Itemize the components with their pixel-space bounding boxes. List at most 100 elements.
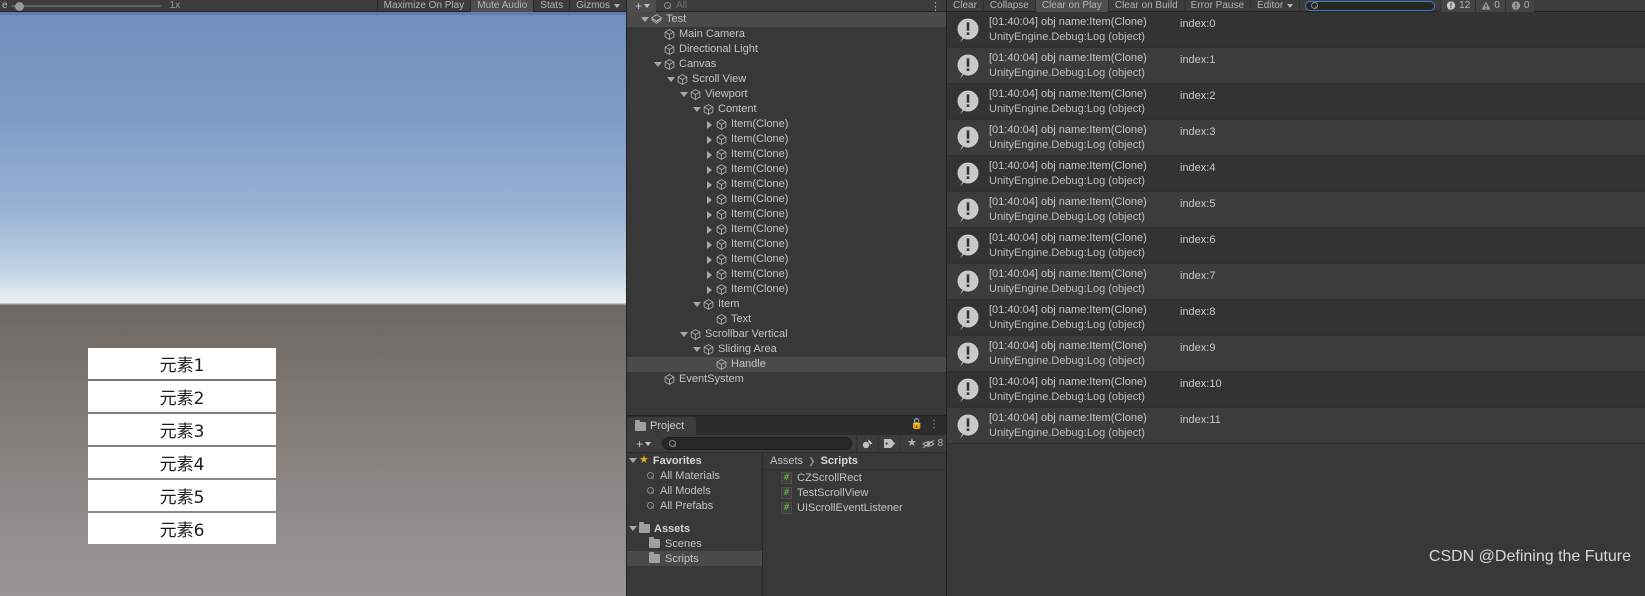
project-search-input[interactable] <box>662 437 853 450</box>
create-gameobject-button[interactable]: + <box>627 0 657 12</box>
foldout-collapsed-icon[interactable] <box>704 282 715 297</box>
project-tree-group[interactable]: ★ Favorites <box>627 453 762 468</box>
foldout-expanded-icon[interactable] <box>652 57 663 72</box>
clear-button[interactable]: Clear <box>947 0 984 12</box>
create-asset-button[interactable]: + <box>629 438 658 450</box>
console-log-row[interactable]: [01:40:04] obj name:Item(Clone) UnityEngi… <box>947 156 1645 192</box>
lock-icon[interactable]: 🔓 <box>911 419 923 430</box>
project-folder-item[interactable]: Scenes <box>627 536 762 551</box>
hidden-packages-badge[interactable]: 8 <box>922 438 945 449</box>
foldout-expanded-icon[interactable] <box>678 87 689 102</box>
clear-on-play-button[interactable]: Clear on Play <box>1035 0 1109 12</box>
foldout-expanded-icon[interactable] <box>627 526 639 531</box>
foldout-collapsed-icon[interactable] <box>704 267 715 282</box>
warning-count-toggle[interactable]: 0 <box>1475 0 1505 12</box>
foldout-collapsed-icon[interactable] <box>704 207 715 222</box>
console-log-row[interactable]: [01:40:04] obj name:Item(Clone) UnityEngi… <box>947 192 1645 228</box>
hierarchy-item[interactable]: Item(Clone) <box>627 252 947 267</box>
maximize-on-play-button[interactable]: Maximize On Play <box>376 0 471 12</box>
asset-list-item[interactable]: # TestScrollView <box>763 485 947 500</box>
tab-project[interactable]: Project <box>627 417 697 435</box>
console-log-row[interactable]: [01:40:04] obj name:Item(Clone) UnityEngi… <box>947 120 1645 156</box>
game-scale-control[interactable]: e 1x <box>0 0 180 11</box>
error-count-toggle[interactable]: 0 <box>1504 0 1535 12</box>
log-count-toggle[interactable]: 12 <box>1440 0 1476 12</box>
hierarchy-item[interactable]: Item(Clone) <box>627 222 947 237</box>
hierarchy-item[interactable]: Item(Clone) <box>627 147 947 162</box>
hierarchy-search-input[interactable]: All <box>659 0 947 11</box>
foldout-expanded-icon[interactable] <box>678 327 689 342</box>
hierarchy-item[interactable]: Sliding Area <box>627 342 947 357</box>
hierarchy-item[interactable]: Item(Clone) <box>627 117 947 132</box>
hierarchy-item[interactable]: Handle <box>627 357 947 372</box>
hierarchy-menu-icon[interactable]: ⋮ <box>930 2 941 13</box>
hierarchy-item[interactable]: Item <box>627 297 947 312</box>
hierarchy-item[interactable]: Item(Clone) <box>627 177 947 192</box>
hierarchy-item[interactable]: Test <box>627 12 947 27</box>
console-log-row[interactable]: [01:40:04] obj name:Item(Clone) UnityEngi… <box>947 228 1645 264</box>
asset-file-list[interactable]: # CZScrollRect # TestScrollView # UIScrollEve… <box>763 470 947 515</box>
console-log-list[interactable]: [01:40:04] obj name:Item(Clone) UnityEngi… <box>947 12 1645 596</box>
project-saved-search-item[interactable]: All Prefabs <box>627 498 762 513</box>
console-search-input[interactable] <box>1305 0 1436 11</box>
asset-list-item[interactable]: # CZScrollRect <box>763 470 947 485</box>
hierarchy-item[interactable]: Item(Clone) <box>627 132 947 147</box>
hierarchy-item[interactable]: Scroll View <box>627 72 947 87</box>
favorites-star-icon[interactable]: ★ <box>900 435 922 452</box>
project-asset-grid[interactable]: Assets ❯ Scripts # CZScrollRect # TestScrol… <box>763 453 947 596</box>
hierarchy-item[interactable]: Item(Clone) <box>627 192 947 207</box>
hierarchy-item[interactable]: EventSystem <box>627 372 947 387</box>
console-log-row[interactable]: [01:40:04] obj name:Item(Clone) UnityEngi… <box>947 300 1645 336</box>
asset-list-item[interactable]: # UIScrollEventListener <box>763 500 947 515</box>
console-log-row[interactable]: [01:40:04] obj name:Item(Clone) UnityEngi… <box>947 372 1645 408</box>
foldout-expanded-icon[interactable] <box>639 12 650 27</box>
hierarchy-item[interactable]: Canvas <box>627 57 947 72</box>
console-log-row[interactable]: [01:40:04] obj name:Item(Clone) UnityEngi… <box>947 84 1645 120</box>
foldout-expanded-icon[interactable] <box>691 297 702 312</box>
game-render-surface[interactable]: 元素1 元素2 元素3 元素4 元素5 元素6 <box>0 15 626 596</box>
hierarchy-item[interactable]: Text <box>627 312 947 327</box>
project-folder-item[interactable]: Scripts <box>627 551 762 566</box>
scroll-list-item[interactable]: 元素6 <box>88 513 276 544</box>
console-log-row[interactable]: [01:40:04] obj name:Item(Clone) UnityEngi… <box>947 12 1645 48</box>
foldout-collapsed-icon[interactable] <box>704 117 715 132</box>
project-folder-tree[interactable]: ★ Favorites All Materials All Models All Pre… <box>627 453 763 596</box>
filter-by-type-icon[interactable] <box>856 435 878 452</box>
foldout-collapsed-icon[interactable] <box>704 222 715 237</box>
project-saved-search-item[interactable]: All Models <box>627 483 762 498</box>
foldout-collapsed-icon[interactable] <box>704 252 715 267</box>
hierarchy-item[interactable]: Directional Light <box>627 42 947 57</box>
hierarchy-item[interactable]: Item(Clone) <box>627 207 947 222</box>
scale-slider[interactable] <box>10 1 161 11</box>
hierarchy-item[interactable]: Item(Clone) <box>627 282 947 297</box>
console-log-row[interactable]: [01:40:04] obj name:Item(Clone) UnityEngi… <box>947 48 1645 84</box>
hierarchy-tree[interactable]: Test Main Camera Directional Light Canvas Sc… <box>627 12 947 415</box>
foldout-expanded-icon[interactable] <box>665 72 676 87</box>
slider-knob[interactable] <box>14 1 24 11</box>
project-tree-group[interactable]: Assets <box>627 521 762 536</box>
hierarchy-item[interactable]: Viewport <box>627 87 947 102</box>
foldout-collapsed-icon[interactable] <box>704 192 715 207</box>
foldout-collapsed-icon[interactable] <box>704 132 715 147</box>
hierarchy-item[interactable]: Content <box>627 102 947 117</box>
scroll-list-item[interactable]: 元素5 <box>88 480 276 511</box>
editor-dropdown[interactable]: Editor <box>1251 0 1301 12</box>
stats-button[interactable]: Stats <box>533 0 569 12</box>
scroll-list-item[interactable]: 元素3 <box>88 414 276 445</box>
foldout-collapsed-icon[interactable] <box>704 162 715 177</box>
console-log-row[interactable]: [01:40:04] obj name:Item(Clone) UnityEngi… <box>947 408 1645 444</box>
console-log-row[interactable]: [01:40:04] obj name:Item(Clone) UnityEngi… <box>947 264 1645 300</box>
breadcrumb-root[interactable]: Assets <box>770 455 803 467</box>
scroll-list-item[interactable]: 元素4 <box>88 447 276 478</box>
scroll-list-item[interactable]: 元素1 <box>88 348 276 379</box>
scroll-view-content[interactable]: 元素1 元素2 元素3 元素4 元素5 元素6 <box>88 348 276 544</box>
hierarchy-item[interactable]: Item(Clone) <box>627 267 947 282</box>
foldout-expanded-icon[interactable] <box>627 458 639 463</box>
foldout-collapsed-icon[interactable] <box>704 237 715 252</box>
hierarchy-item[interactable]: Scrollbar Vertical <box>627 327 947 342</box>
mute-audio-button[interactable]: Mute Audio <box>470 0 534 12</box>
scroll-list-item[interactable]: 元素2 <box>88 381 276 412</box>
project-saved-search-item[interactable]: All Materials <box>627 468 762 483</box>
foldout-collapsed-icon[interactable] <box>704 147 715 162</box>
clear-on-build-button[interactable]: Clear on Build <box>1109 0 1185 12</box>
